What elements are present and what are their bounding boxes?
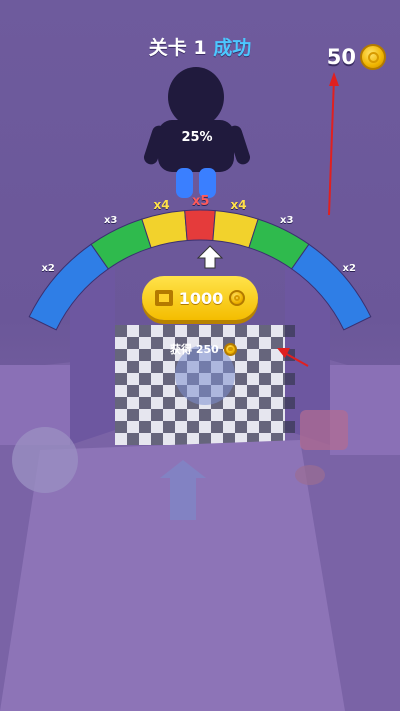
multiplier-label: x3 [103, 214, 118, 226]
coin-icon [229, 290, 246, 306]
multiplier-label: x3 [280, 214, 294, 226]
level-number: 1 [193, 37, 207, 59]
level-status: 成功 [213, 37, 252, 59]
multiplier-segment [184, 209, 216, 242]
progress-percent: 25% [181, 130, 213, 145]
earned-label[interactable]: 获得 250 [170, 341, 237, 357]
multiplier-label: x2 [342, 263, 356, 275]
multiplier-label: x4 [153, 197, 170, 212]
lamp-base [295, 465, 325, 485]
reward-button[interactable]: 1000 [142, 276, 258, 320]
coin-icon [360, 44, 386, 70]
level-label: 关卡 [148, 37, 187, 59]
annotation-arrowhead-up [329, 72, 339, 86]
multiplier-label: x5 [192, 194, 210, 209]
reward-amount: 1000 [178, 288, 224, 308]
coin-counter: 50 [327, 44, 386, 70]
earned-text: 获得 250 [170, 343, 219, 356]
multiplier-label: x2 [41, 263, 55, 275]
round-table [12, 427, 78, 493]
annotation-arrow-up [328, 77, 335, 216]
coin-icon [223, 342, 237, 356]
game-screen: 关卡 1 成功 50 25% x2 x3 x4 x5 x4 x3 x2 1000 获得 25… [0, 0, 400, 711]
lamp-object [300, 410, 348, 450]
multiplier-pointer-icon [196, 245, 224, 269]
video-icon [154, 290, 173, 306]
coin-total: 50 [326, 45, 356, 69]
multiplier-label: x4 [230, 197, 247, 212]
